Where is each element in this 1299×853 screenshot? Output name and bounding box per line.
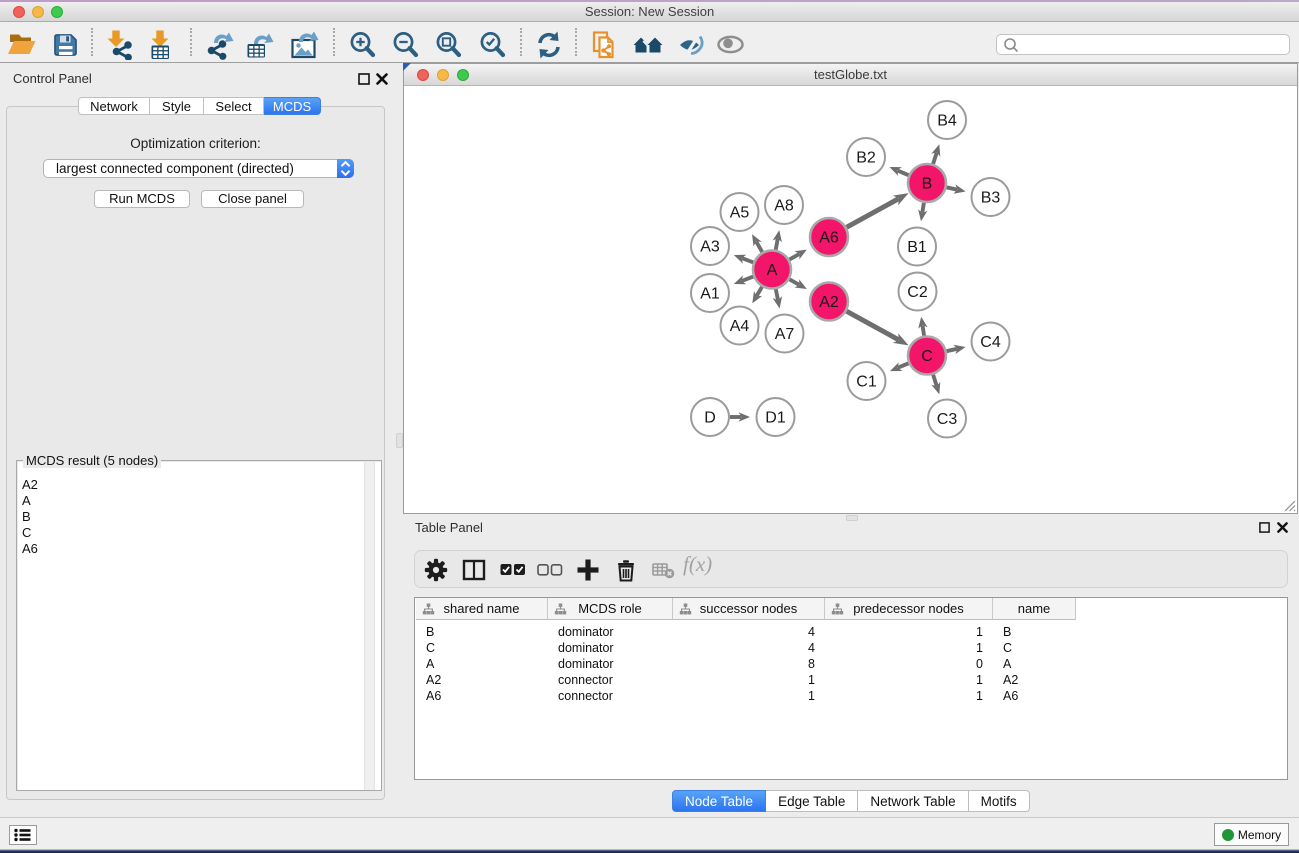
svg-text:B3: B3: [981, 190, 1001, 207]
svg-text:C1: C1: [856, 374, 877, 391]
svg-text:D1: D1: [765, 410, 786, 427]
svg-text:A6: A6: [819, 230, 839, 247]
svg-text:A5: A5: [730, 205, 750, 222]
svg-text:D: D: [704, 410, 716, 427]
svg-text:A: A: [767, 262, 778, 279]
svg-text:B: B: [922, 176, 933, 193]
svg-text:C4: C4: [980, 334, 1001, 351]
svg-text:C2: C2: [907, 284, 928, 301]
svg-text:A7: A7: [775, 326, 795, 343]
svg-text:C: C: [921, 348, 933, 365]
svg-text:A4: A4: [730, 318, 750, 335]
svg-text:A1: A1: [700, 286, 720, 303]
svg-text:B1: B1: [907, 239, 927, 256]
svg-text:C3: C3: [937, 411, 958, 428]
svg-text:A8: A8: [774, 198, 794, 215]
svg-text:A2: A2: [819, 294, 839, 311]
svg-text:B4: B4: [937, 113, 957, 130]
svg-text:B2: B2: [856, 150, 876, 167]
svg-text:A3: A3: [700, 239, 720, 256]
